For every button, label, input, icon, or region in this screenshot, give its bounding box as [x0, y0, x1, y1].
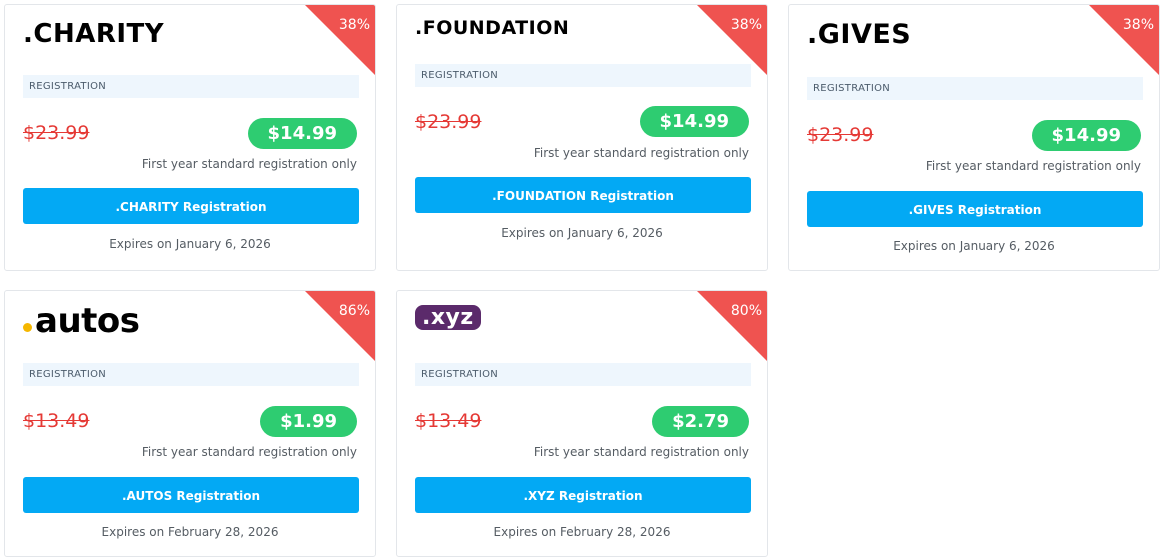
- registration-label: REGISTRATION: [415, 64, 751, 87]
- price-note: First year standard registration only: [533, 146, 749, 160]
- domain-card-autos: 86% autos REGISTRATION $13.49 $1.99 Firs…: [4, 290, 376, 557]
- domain-card-xyz: 80% .xyz REGISTRATION $13.49 $2.79 First…: [396, 290, 768, 557]
- new-price-badge: $14.99: [1031, 120, 1141, 151]
- tld-logo: .CHARITY: [23, 19, 165, 49]
- old-price: $23.99: [23, 122, 90, 144]
- expiry-date: Expires on January 6, 2026: [109, 237, 271, 251]
- autos-logo-dot-icon: [23, 323, 32, 332]
- domain-card-foundation: 38% .FOUNDATION REGISTRATION $23.99 $14.…: [396, 4, 768, 271]
- old-price: $23.99: [807, 124, 874, 146]
- autos-registration-button[interactable]: .AUTOS Registration: [23, 477, 359, 513]
- expiry-date: Expires on January 6, 2026: [893, 239, 1055, 253]
- xyz-logo-badge: .xyz: [415, 305, 481, 330]
- discount-percent: 86%: [338, 303, 370, 319]
- tld-logo: .FOUNDATION: [415, 17, 570, 39]
- discount-ribbon: 38%: [305, 5, 375, 75]
- charity-registration-button[interactable]: .CHARITY Registration: [23, 188, 359, 224]
- expiry-date: Expires on February 28, 2026: [493, 525, 671, 539]
- discount-percent: 80%: [730, 303, 762, 319]
- registration-label: REGISTRATION: [23, 75, 359, 98]
- old-price: $13.49: [415, 410, 482, 432]
- expiry-date: Expires on January 6, 2026: [501, 226, 663, 240]
- xyz-registration-button[interactable]: .XYZ Registration: [415, 477, 751, 513]
- discount-percent: 38%: [730, 17, 762, 33]
- discount-ribbon: 86%: [305, 291, 375, 361]
- new-price-badge: $14.99: [247, 118, 357, 149]
- domain-card-gives: 38% .GIVES REGISTRATION $23.99 $14.99 Fi…: [788, 4, 1160, 271]
- registration-label: REGISTRATION: [23, 363, 359, 386]
- new-price-badge: $2.79: [652, 406, 749, 437]
- price-note: First year standard registration only: [141, 157, 357, 171]
- discount-percent: 38%: [338, 17, 370, 33]
- discount-percent: 38%: [1122, 17, 1154, 33]
- autos-logo-text: autos: [35, 301, 140, 341]
- old-price: $13.49: [23, 410, 90, 432]
- registration-label: REGISTRATION: [807, 77, 1143, 100]
- new-price-badge: $14.99: [639, 106, 749, 137]
- tld-logo: autos: [23, 301, 140, 341]
- price-note: First year standard registration only: [925, 159, 1141, 173]
- tld-logo: .GIVES: [807, 19, 912, 50]
- foundation-registration-button[interactable]: .FOUNDATION Registration: [415, 177, 751, 213]
- discount-ribbon: 38%: [1089, 5, 1159, 75]
- old-price: $23.99: [415, 111, 482, 133]
- domain-card-charity: 38% .CHARITY REGISTRATION $23.99 $14.99 …: [4, 4, 376, 271]
- discount-ribbon: 80%: [697, 291, 767, 361]
- price-note: First year standard registration only: [141, 445, 357, 459]
- expiry-date: Expires on February 28, 2026: [101, 525, 279, 539]
- registration-label: REGISTRATION: [415, 363, 751, 386]
- gives-registration-button[interactable]: .GIVES Registration: [807, 191, 1143, 227]
- price-note: First year standard registration only: [533, 445, 749, 459]
- new-price-badge: $1.99: [260, 406, 357, 437]
- tld-logo: .xyz: [415, 305, 481, 330]
